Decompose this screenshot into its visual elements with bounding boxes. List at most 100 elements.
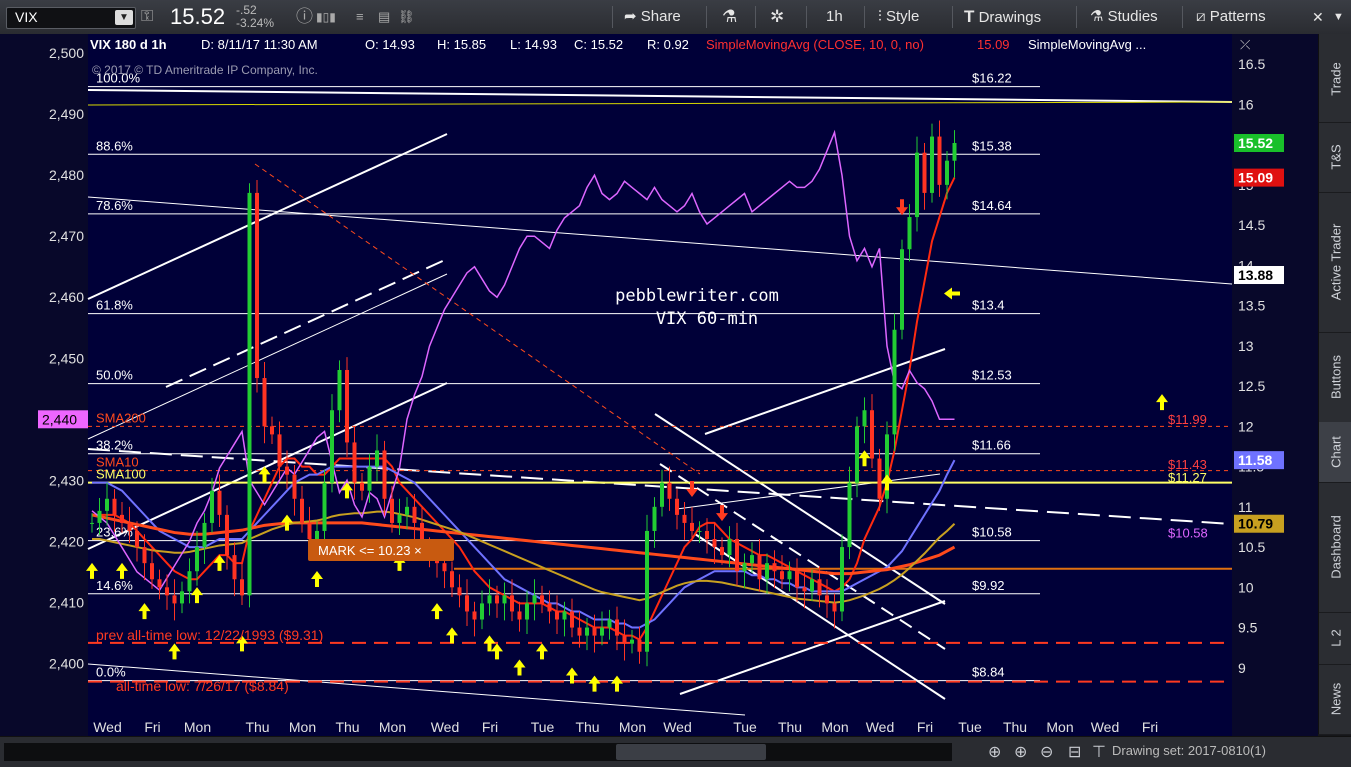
candle-body xyxy=(382,450,387,499)
sidebar-tab-buttons[interactable]: Buttons xyxy=(1319,332,1351,423)
quote-icon[interactable]: ▤ xyxy=(378,0,390,34)
x-axis-tick: Tue xyxy=(531,719,555,735)
left-axis-tick: 2,450 xyxy=(49,350,84,366)
studies-label: Studies xyxy=(1107,8,1158,25)
candle-body xyxy=(600,627,604,636)
candle-body xyxy=(720,547,724,556)
close-icon[interactable]: ✕ xyxy=(1312,0,1324,34)
candle-body xyxy=(397,514,402,523)
sidebar-tab-chart[interactable]: Chart xyxy=(1319,422,1351,483)
sidebar-tab-news[interactable]: News xyxy=(1319,664,1351,735)
candle-body xyxy=(577,627,582,636)
share-icon: ➦ xyxy=(624,8,637,25)
candle-body xyxy=(240,579,244,596)
menu-icon[interactable]: ≡ xyxy=(356,0,364,34)
left-axis-tick: 2,500 xyxy=(49,45,84,61)
x-axis-tick: Thu xyxy=(335,719,359,735)
right-axis-tick: 9 xyxy=(1238,660,1246,676)
zoom-in-icon[interactable]: ⊕ xyxy=(1014,742,1027,762)
study-sma10[interactable]: SimpleMovingAvg (CLOSE, 10, 0, no) xyxy=(706,37,924,52)
candle-body xyxy=(157,579,162,588)
fit-icon[interactable]: ⊟ xyxy=(1068,742,1081,762)
drawing-set-label[interactable]: Drawing set: 2017-0810(1) xyxy=(1112,743,1266,758)
chart-area[interactable]: 100.0% $16.2288.6% $15.3878.6% $14.6461.8% $… xyxy=(0,34,1318,736)
candle-body xyxy=(622,635,627,644)
sidebar-tab-dashboard[interactable]: Dashboard xyxy=(1319,482,1351,613)
header-date: D: 8/11/17 11:30 AM xyxy=(201,37,318,52)
horizontal-scrollbar[interactable] xyxy=(4,743,952,761)
patterns-button[interactable]: ⧄ Patterns xyxy=(1196,0,1266,34)
candle-body xyxy=(285,466,289,475)
candle-body xyxy=(870,410,874,459)
candle-body xyxy=(450,571,454,588)
candle-body xyxy=(172,595,177,604)
candle-body xyxy=(547,603,552,612)
study-sma2[interactable]: SimpleMovingAvg ... xyxy=(1028,37,1146,52)
drawings-button[interactable]: T Drawings xyxy=(964,0,1041,34)
candle-body xyxy=(247,192,252,596)
x-axis-tick: Fri xyxy=(144,719,160,735)
candle-body xyxy=(330,410,334,483)
candle-body xyxy=(465,595,469,612)
right-price-label: $11.27 xyxy=(1168,470,1207,485)
studies-button[interactable]: ⚗ Studies xyxy=(1090,0,1158,34)
flask-icon[interactable]: ⚗ xyxy=(722,0,737,34)
candle-body xyxy=(405,506,409,515)
style-button[interactable]: ⫶ Style xyxy=(878,0,919,34)
right-axis-tick: 16 xyxy=(1238,96,1254,112)
study-sma10-value: 15.09 xyxy=(977,37,1010,52)
sma-label: SMA200 xyxy=(96,410,146,425)
left-axis-tick: 2,490 xyxy=(49,106,84,122)
prev-low-label: prev all-time low: 12/22/1993 ($9.31) xyxy=(96,627,323,643)
drawings-label: Drawings xyxy=(978,9,1042,26)
candle-body xyxy=(772,563,777,572)
crosshair-icon[interactable]: ⊕ xyxy=(988,742,1001,762)
candle-body xyxy=(615,619,619,636)
candle-body xyxy=(697,530,702,532)
candle-body xyxy=(232,555,237,580)
info-icon[interactable]: ⓘ xyxy=(296,0,313,34)
symbol-selector[interactable]: VIX ▼ xyxy=(6,7,136,29)
fib-price-label: $8.84 xyxy=(972,665,1005,680)
style-label: Style xyxy=(885,8,920,25)
zoom-out-icon[interactable]: ⊖ xyxy=(1040,742,1053,762)
chevron-down-icon[interactable]: ▼ xyxy=(115,10,133,25)
candle-body xyxy=(817,579,822,596)
level2-icon[interactable]: ▮▯▮ xyxy=(316,0,336,34)
collapse-icon[interactable]: ⤫ xyxy=(1240,37,1251,52)
candle-body xyxy=(915,152,919,218)
candle-body xyxy=(262,378,267,427)
x-axis-tick: Mon xyxy=(821,719,848,735)
x-axis-tick: Thu xyxy=(245,719,269,735)
chain-icon[interactable]: ⛓ xyxy=(398,0,415,34)
mark-badge[interactable]: MARK <= 10.23 × xyxy=(308,539,454,561)
x-axis-tick: Fri xyxy=(482,719,498,735)
x-axis-tick: Tue xyxy=(733,719,757,735)
scrollbar-thumb[interactable] xyxy=(616,744,766,760)
chevron-down-icon[interactable]: ▼ xyxy=(1333,0,1344,34)
candle-body xyxy=(952,143,957,161)
header-range: R: 0.92 xyxy=(647,37,689,52)
gear-icon[interactable]: ✲ xyxy=(770,0,784,34)
pin-icon[interactable]: ⊤ xyxy=(1092,742,1106,762)
candle-body xyxy=(795,571,799,588)
sidebar-tab-trade[interactable]: Trade xyxy=(1319,36,1351,123)
price-badge-text: 10.79 xyxy=(1238,516,1273,532)
x-axis-tick: Wed xyxy=(866,719,895,735)
right-axis-tick: 13.5 xyxy=(1238,298,1265,314)
fib-price-label: $15.38 xyxy=(972,138,1012,153)
header-high: H: 15.85 xyxy=(437,37,486,52)
sidebar-tab-t-s[interactable]: T&S xyxy=(1319,122,1351,193)
candle-body xyxy=(907,217,912,250)
sidebar-tab-l-2[interactable]: L 2 xyxy=(1319,612,1351,665)
link-icon[interactable]: ⚿ xyxy=(141,0,153,34)
sidebar-tab-active-trader[interactable]: Active Trader xyxy=(1319,192,1351,333)
share-button[interactable]: ➦ Share xyxy=(624,0,681,34)
left-axis-tick: 2,420 xyxy=(49,533,84,549)
candle-body xyxy=(840,547,844,612)
fib-label: 88.6% xyxy=(96,138,133,153)
left-axis-tick: 2,410 xyxy=(49,594,84,610)
timeframe-button[interactable]: 1h xyxy=(826,0,843,34)
chart-toolbar: VIX ▼ ⚿ 15.52 -.52 -3.24% ⓘ ▮▯▮ ≡ ▤ ⛓ ➦ … xyxy=(0,0,1351,35)
candle-body xyxy=(345,369,349,443)
